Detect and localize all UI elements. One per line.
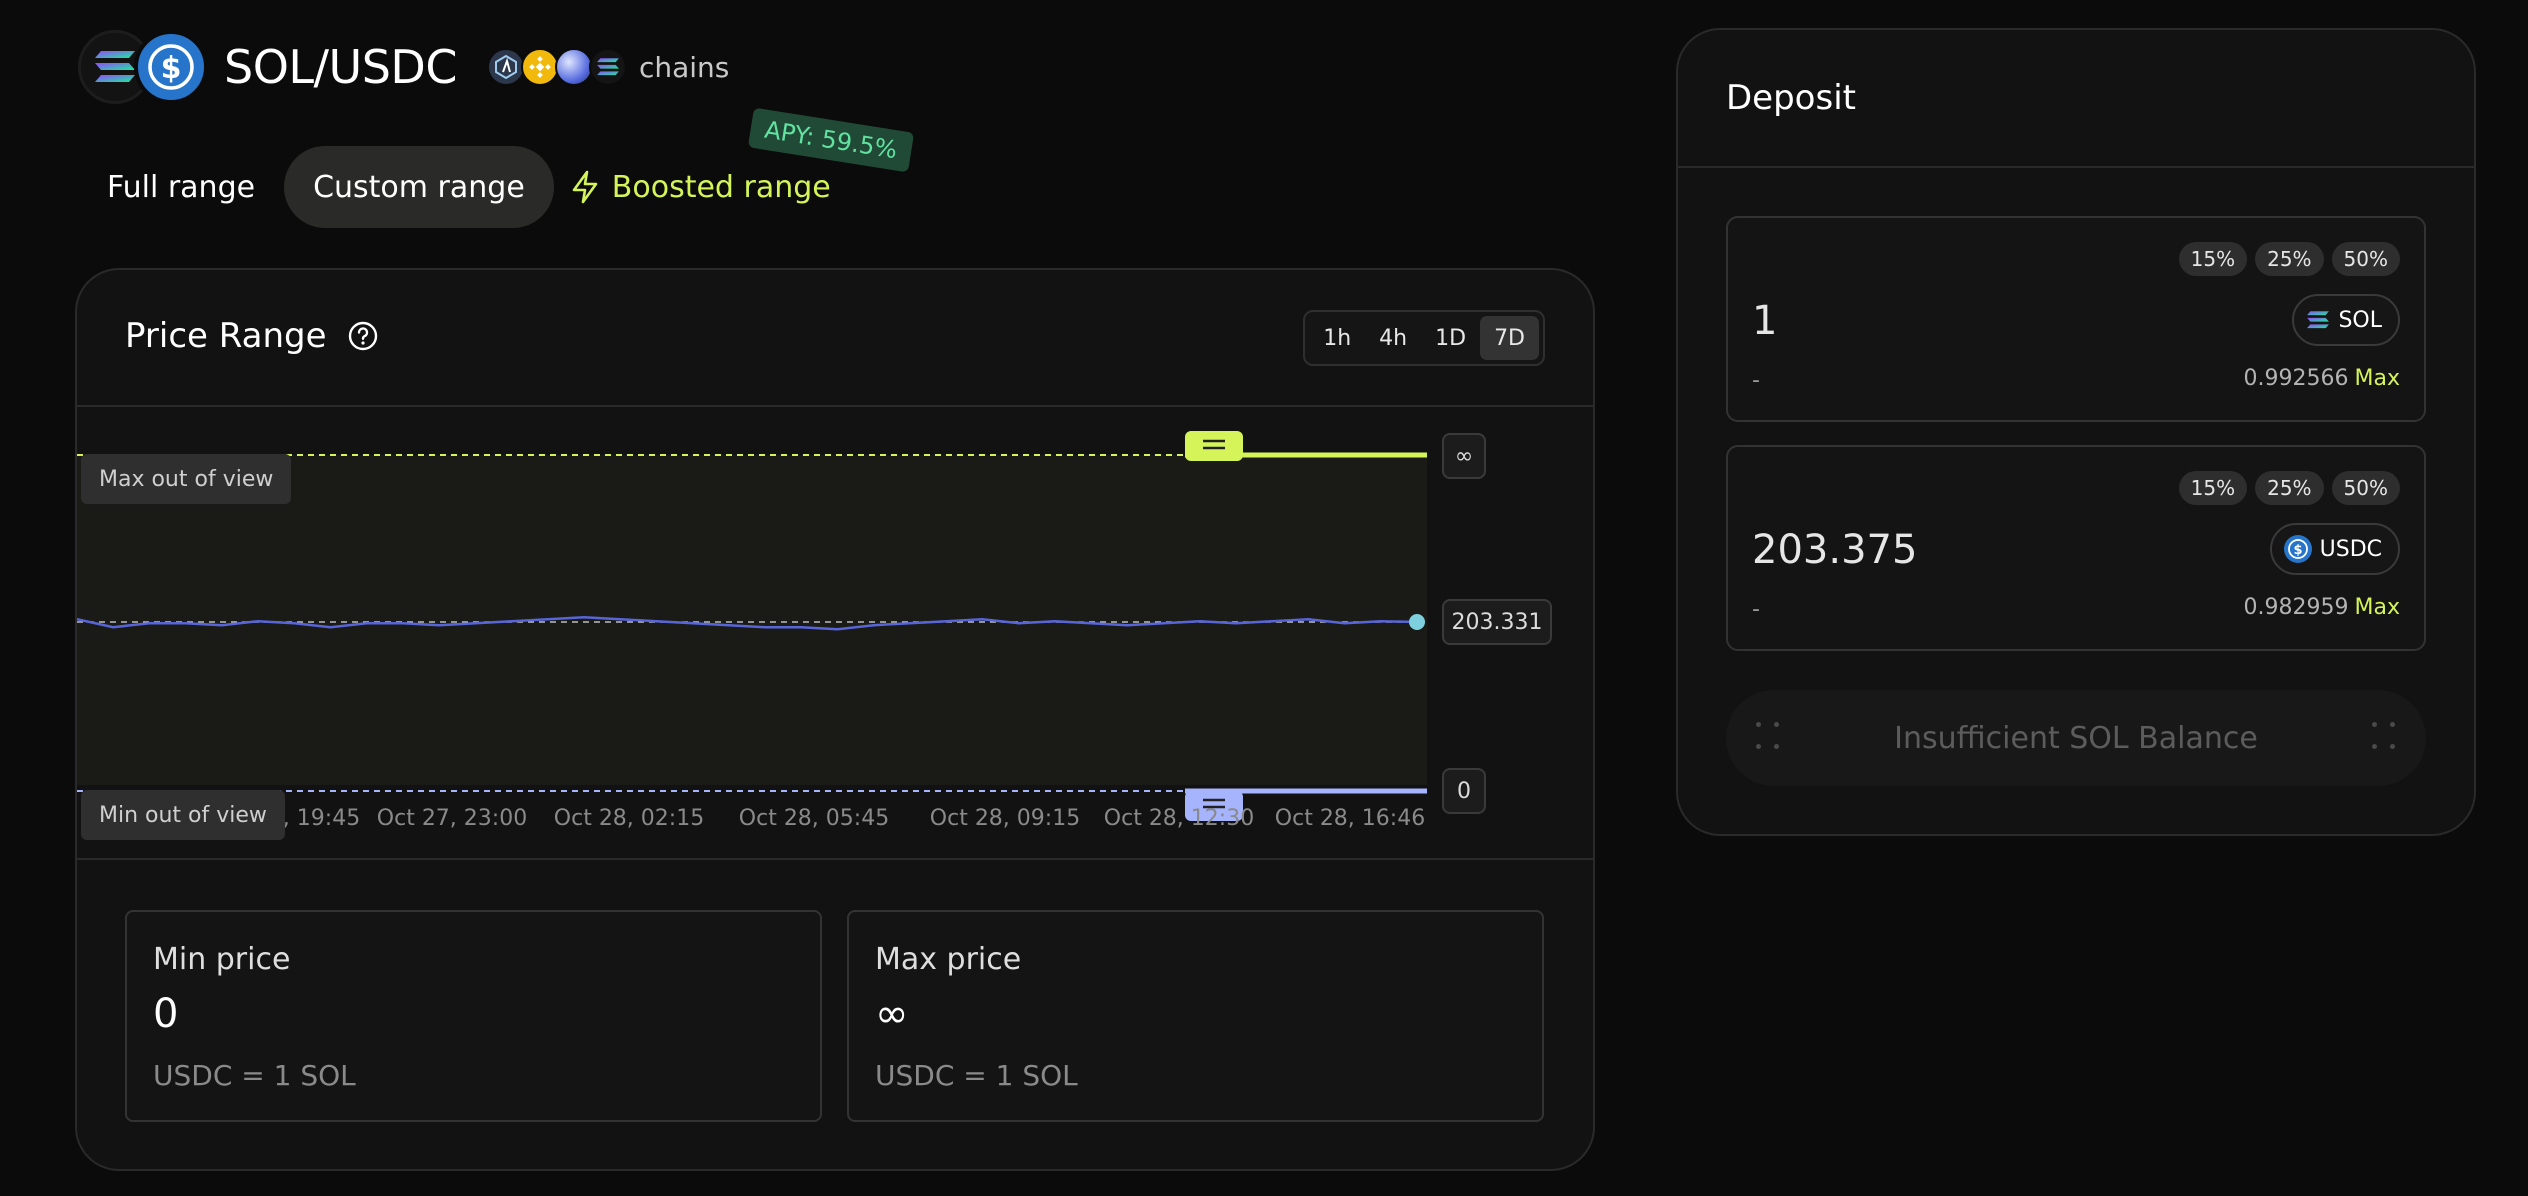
price-range-title: Price Range — [125, 316, 379, 356]
submit-button[interactable]: Insufficient SOL Balance — [1726, 690, 2426, 786]
svg-text:$: $ — [2293, 543, 2302, 558]
sol-balance: 0.992566 Max — [2244, 366, 2400, 391]
deposit-title: Deposit — [1678, 30, 2474, 168]
svg-text:$: $ — [161, 51, 182, 86]
pair-header: $ SOL/USDC chains — [78, 30, 729, 104]
max-price-chip: ∞ — [1442, 433, 1486, 479]
price-range-card: Price Range 1h 4h 1D 7D Oct 27, 19:45 Oc… — [75, 268, 1595, 1171]
percent-50-button[interactable]: 50% — [2331, 471, 2400, 505]
solana-chain-icon — [588, 48, 627, 86]
x-tick-label: Oct 28, 02:15 — [554, 806, 704, 831]
sol-token-label: SOL — [2338, 307, 2382, 333]
tab-boosted-range[interactable]: Boosted range — [554, 146, 860, 228]
price-inputs: Min price 0 USDC = 1 SOL Max price ∞ USD… — [125, 910, 1544, 1122]
price-range-title-text: Price Range — [125, 316, 327, 356]
x-tick-label: Oct 28, 12:30 — [1104, 806, 1254, 831]
max-price-label: Max price — [875, 942, 1022, 977]
price-chart-svg: Oct 27, 19:45 Oct 27, 23:00 Oct 28, 02:15 O… — [77, 431, 1427, 831]
sphere-chain-icon — [554, 48, 593, 86]
sol-token-select[interactable]: SOL — [2292, 294, 2400, 346]
usdc-amount-input[interactable]: 203.375 — [1752, 527, 1917, 573]
tab-full-range[interactable]: Full range — [78, 146, 284, 228]
percent-50-button[interactable]: 50% — [2331, 242, 2400, 276]
x-tick-label: Oct 28, 16:46 — [1275, 806, 1425, 831]
help-icon[interactable] — [347, 320, 379, 352]
tab-custom-range[interactable]: Custom range — [284, 146, 554, 228]
min-price-box[interactable]: Min price 0 USDC = 1 SOL — [125, 910, 822, 1122]
current-price-dot — [1409, 614, 1425, 630]
usdc-usd-value: - — [1752, 597, 1760, 622]
min-price-label: Min price — [153, 942, 291, 977]
sol-balance-value: 0.992566 — [2243, 366, 2349, 391]
percent-25-button[interactable]: 25% — [2255, 242, 2324, 276]
percent-options: 15% 25% 50% — [2178, 242, 2400, 276]
x-tick-label: Oct 28, 09:15 — [930, 806, 1080, 831]
min-price-chip: 0 — [1442, 768, 1486, 814]
sol-max-button[interactable]: Max — [2355, 366, 2400, 391]
boosted-range-label: Boosted range — [611, 169, 831, 205]
usdc-token-label: USDC — [2319, 536, 2382, 562]
usdc-token-select[interactable]: $ USDC — [2269, 523, 2400, 575]
max-price-unit: USDC = 1 SOL — [875, 1059, 1078, 1092]
min-price-value[interactable]: 0 — [153, 991, 794, 1037]
timeframe-1d[interactable]: 1D — [1421, 316, 1480, 360]
timeframe-4h[interactable]: 4h — [1365, 316, 1421, 360]
timeframe-1h[interactable]: 1h — [1309, 316, 1365, 360]
percent-15-button[interactable]: 15% — [2178, 242, 2248, 276]
max-out-of-view-label: Max out of view — [81, 454, 292, 504]
deposit-panel: Deposit 15% 25% 50% 1 SOL - 0.992566 Max … — [1676, 28, 2476, 836]
token-pair-icons: $ — [78, 30, 210, 104]
sol-amount-input[interactable]: 1 — [1752, 298, 1777, 344]
bnb-chain-icon — [520, 48, 559, 86]
max-handle[interactable] — [1185, 431, 1243, 461]
x-axis-ticks: Oct 27, 19:45 Oct 27, 23:00 Oct 28, 02:15 O… — [210, 806, 1425, 831]
timeframe-7d[interactable]: 7D — [1480, 316, 1539, 360]
submit-label: Insufficient SOL Balance — [1894, 720, 2258, 756]
solana-icon — [2307, 311, 2330, 329]
min-out-of-view-label: Min out of view — [81, 790, 285, 840]
sol-usd-value: - — [1752, 368, 1760, 393]
x-tick-label: Oct 27, 23:00 — [377, 806, 527, 831]
chains-label: chains — [638, 50, 730, 84]
max-price-value[interactable]: ∞ — [875, 991, 1516, 1037]
sol-deposit-input: 15% 25% 50% 1 SOL - 0.992566 Max — [1726, 216, 2426, 422]
usdc-balance-value: 0.982959 — [2243, 595, 2349, 620]
x-tick-label: Oct 28, 05:45 — [739, 806, 889, 831]
percent-25-button[interactable]: 25% — [2255, 471, 2324, 505]
chain-icons — [486, 48, 627, 86]
min-price-unit: USDC = 1 SOL — [153, 1059, 356, 1092]
price-chart: Oct 27, 19:45 Oct 27, 23:00 Oct 28, 02:15 O… — [77, 407, 1593, 860]
price-range-header: Price Range 1h 4h 1D 7D — [77, 270, 1593, 407]
percent-15-button[interactable]: 15% — [2178, 471, 2248, 505]
usdc-max-button[interactable]: Max — [2355, 595, 2400, 620]
usdc-deposit-input: 15% 25% 50% 203.375 $ USDC - 0.982959 Max — [1726, 445, 2426, 651]
arbitrum-icon — [486, 48, 525, 86]
max-price-box[interactable]: Max price ∞ USDC = 1 SOL — [847, 910, 1544, 1122]
percent-options: 15% 25% 50% — [2178, 471, 2400, 505]
timeframe-selector: 1h 4h 1D 7D — [1303, 310, 1545, 366]
range-band — [77, 455, 1427, 785]
range-tabs: Full range Custom range Boosted range — [78, 146, 860, 228]
usdc-icon: $ — [2283, 535, 2312, 563]
pair-title: SOL/USDC — [224, 40, 457, 94]
current-price-chip: 203.331 — [1442, 599, 1552, 645]
usdc-icon: $ — [134, 30, 208, 104]
lightning-icon — [572, 170, 598, 204]
usdc-balance: 0.982959 Max — [2244, 595, 2400, 620]
